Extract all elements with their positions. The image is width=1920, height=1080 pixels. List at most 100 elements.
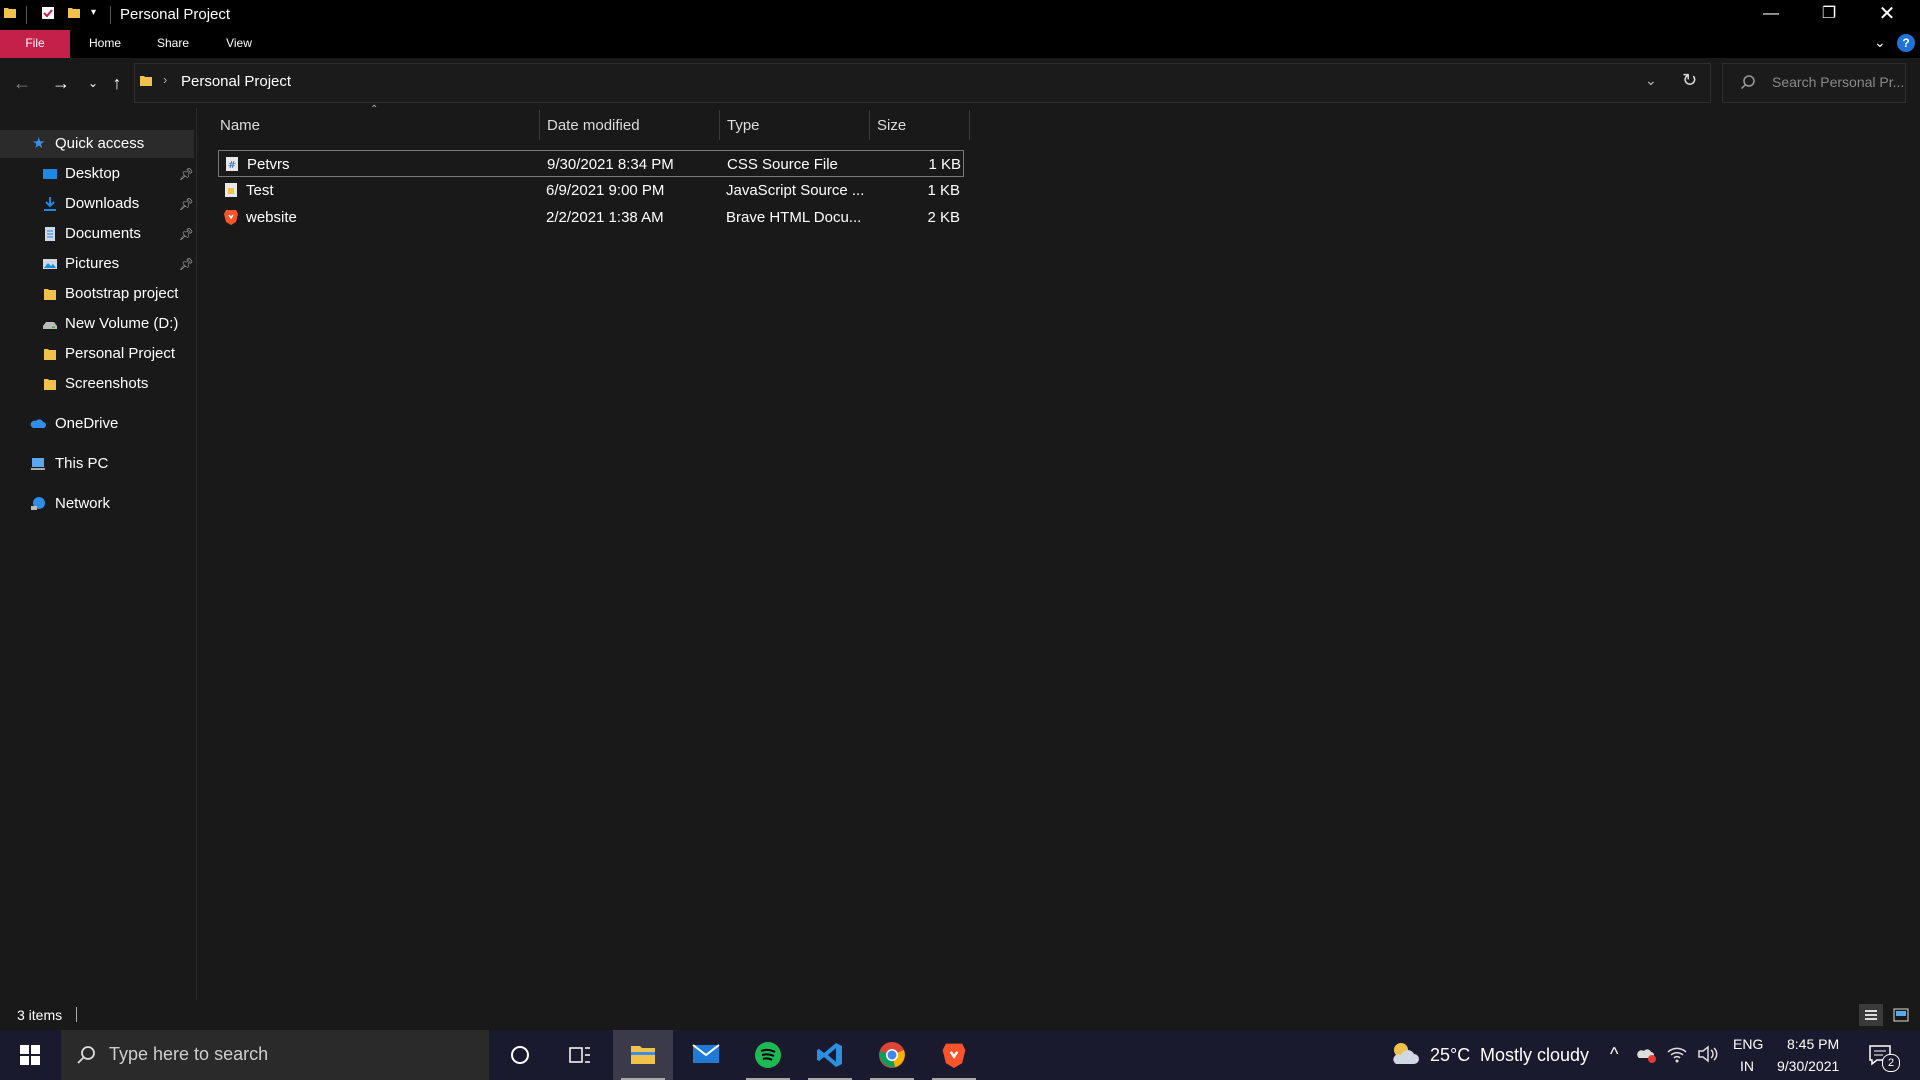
- recent-locations-icon[interactable]: ⌄: [80, 70, 106, 96]
- vscode-icon: [817, 1043, 842, 1067]
- sidebar-item-onedrive[interactable]: OneDrive: [30, 410, 194, 438]
- large-icons-view-icon: [1893, 1008, 1909, 1022]
- large-icons-view-button[interactable]: [1889, 1004, 1913, 1026]
- sidebar-item-label: Screenshots: [65, 375, 149, 392]
- documents-icon: [45, 227, 55, 241]
- column-header-type[interactable]: Type: [727, 110, 867, 142]
- tab-home[interactable]: Home: [80, 30, 130, 58]
- forward-button[interactable]: →: [48, 70, 74, 96]
- sidebar-item-screenshots[interactable]: Screenshots: [40, 370, 194, 398]
- file-name: Petvrs: [247, 156, 290, 173]
- sidebar-item-label: Bootstrap project: [65, 285, 179, 302]
- computer-icon: [31, 458, 45, 470]
- sidebar-item-documents[interactable]: Documents 📌︎: [40, 220, 194, 248]
- wifi-icon[interactable]: [1666, 1044, 1688, 1064]
- show-hidden-icons-icon[interactable]: ^: [1610, 1044, 1618, 1065]
- chrome-icon: [879, 1042, 905, 1068]
- weather-temperature[interactable]: 25°C: [1430, 1045, 1470, 1066]
- spotify-taskbar-button[interactable]: [738, 1030, 798, 1080]
- weather-condition[interactable]: Mostly cloudy: [1480, 1045, 1589, 1066]
- table-row[interactable]: website 2/2/2021 1:38 AM Brave HTML Docu…: [218, 204, 964, 231]
- minimize-button[interactable]: —: [1742, 0, 1800, 30]
- weather-cloudy-icon[interactable]: [1390, 1040, 1420, 1068]
- properties-icon[interactable]: [40, 5, 56, 21]
- vscode-taskbar-button[interactable]: [800, 1030, 860, 1080]
- clock-time[interactable]: 8:45 PM: [1787, 1036, 1839, 1052]
- sidebar-item-label: Personal Project: [65, 345, 176, 362]
- input-region[interactable]: IN: [1740, 1058, 1754, 1074]
- back-button[interactable]: ←: [9, 70, 35, 96]
- file-size: 1 KB: [928, 156, 961, 173]
- sidebar-item-quick-access[interactable]: ★ Quick access: [0, 130, 194, 158]
- sidebar-item-desktop[interactable]: Desktop 📌︎: [40, 160, 194, 188]
- sidebar-item-downloads[interactable]: Downloads 📌︎: [40, 190, 194, 218]
- breadcrumb-chevron-icon[interactable]: ›: [163, 72, 167, 87]
- svg-text:#: #: [228, 160, 236, 171]
- pin-icon[interactable]: 📌︎: [179, 160, 194, 188]
- folder-icon: [44, 379, 56, 390]
- mail-taskbar-button[interactable]: [676, 1030, 736, 1080]
- star-icon: ★: [32, 135, 46, 152]
- file-name: Test: [246, 182, 274, 199]
- sidebar-item-network[interactable]: Network: [30, 490, 194, 518]
- search-icon: [77, 1046, 95, 1064]
- sidebar-item-pictures[interactable]: Pictures 📌︎: [40, 250, 194, 278]
- file-explorer-taskbar-button[interactable]: [613, 1030, 673, 1080]
- file-name: website: [246, 209, 297, 226]
- notification-center-button[interactable]: 2: [1866, 1040, 1900, 1072]
- help-icon[interactable]: ?: [1897, 34, 1915, 52]
- refresh-icon[interactable]: ↻: [1682, 70, 1697, 91]
- close-button[interactable]: ✕: [1858, 0, 1916, 30]
- pin-icon[interactable]: 📌︎: [179, 250, 194, 278]
- tab-share[interactable]: Share: [148, 30, 198, 58]
- desktop-icon: [43, 169, 57, 179]
- mail-icon: [692, 1044, 720, 1063]
- item-count: 3 items: [17, 1007, 63, 1023]
- table-row[interactable]: Test 6/9/2021 9:00 PM JavaScript Source …: [218, 177, 964, 204]
- sidebar-item-this-pc[interactable]: This PC: [30, 450, 194, 478]
- spotify-icon: [755, 1042, 781, 1068]
- tab-view[interactable]: View: [214, 30, 264, 58]
- sidebar-item-label: Downloads: [65, 195, 140, 212]
- drive-icon: [43, 322, 57, 329]
- breadcrumb[interactable]: Personal Project: [181, 73, 291, 90]
- input-language[interactable]: ENG: [1733, 1036, 1763, 1052]
- file-date: 9/30/2021 8:34 PM: [547, 156, 674, 173]
- file-explorer-icon: [631, 1046, 655, 1064]
- up-button[interactable]: ↑: [104, 70, 130, 96]
- folder-icon: [140, 76, 152, 86]
- address-bar[interactable]: [134, 63, 1711, 103]
- sidebar-item-label: Desktop: [65, 165, 121, 182]
- details-view-button[interactable]: [1859, 1004, 1883, 1026]
- expand-ribbon-icon[interactable]: ⌄: [1874, 34, 1886, 51]
- pin-icon[interactable]: 📌︎: [179, 220, 194, 248]
- notification-count-badge: 2: [1882, 1054, 1900, 1072]
- task-view-icon: [569, 1047, 590, 1063]
- sidebar-item-bootstrap-project[interactable]: Bootstrap project: [40, 280, 194, 308]
- onedrive-status-icon[interactable]: [1636, 1044, 1658, 1064]
- cortana-icon: [511, 1046, 529, 1064]
- file-date: 2/2/2021 1:38 AM: [546, 209, 664, 226]
- sidebar-item-label: OneDrive: [55, 415, 119, 432]
- table-row[interactable]: # Petvrs 9/30/2021 8:34 PM CSS Source Fi…: [218, 150, 964, 177]
- new-folder-icon[interactable]: [66, 5, 82, 21]
- restore-button[interactable]: ❐: [1800, 0, 1858, 30]
- address-dropdown-icon[interactable]: ⌄: [1645, 72, 1657, 89]
- pin-icon[interactable]: 📌︎: [179, 190, 194, 218]
- file-type: Brave HTML Docu...: [726, 209, 862, 226]
- folder-icon: [44, 289, 56, 300]
- cortana-button[interactable]: [490, 1030, 550, 1080]
- clock-date[interactable]: 9/30/2021: [1777, 1058, 1839, 1074]
- brave-taskbar-button[interactable]: [924, 1030, 984, 1080]
- tab-file[interactable]: File: [0, 30, 70, 58]
- chrome-taskbar-button[interactable]: [862, 1030, 922, 1080]
- column-header-name[interactable]: Name: [220, 110, 535, 142]
- task-view-button[interactable]: [550, 1030, 610, 1080]
- customize-quick-access-icon[interactable]: ▾: [91, 7, 96, 18]
- sidebar-item-personal-project[interactable]: Personal Project: [40, 340, 194, 368]
- start-button[interactable]: [0, 1030, 60, 1080]
- sidebar-item-new-volume[interactable]: New Volume (D:): [40, 310, 194, 338]
- column-header-size[interactable]: Size: [877, 110, 962, 142]
- column-header-date-modified[interactable]: Date modified: [547, 110, 717, 142]
- volume-icon[interactable]: [1697, 1044, 1719, 1064]
